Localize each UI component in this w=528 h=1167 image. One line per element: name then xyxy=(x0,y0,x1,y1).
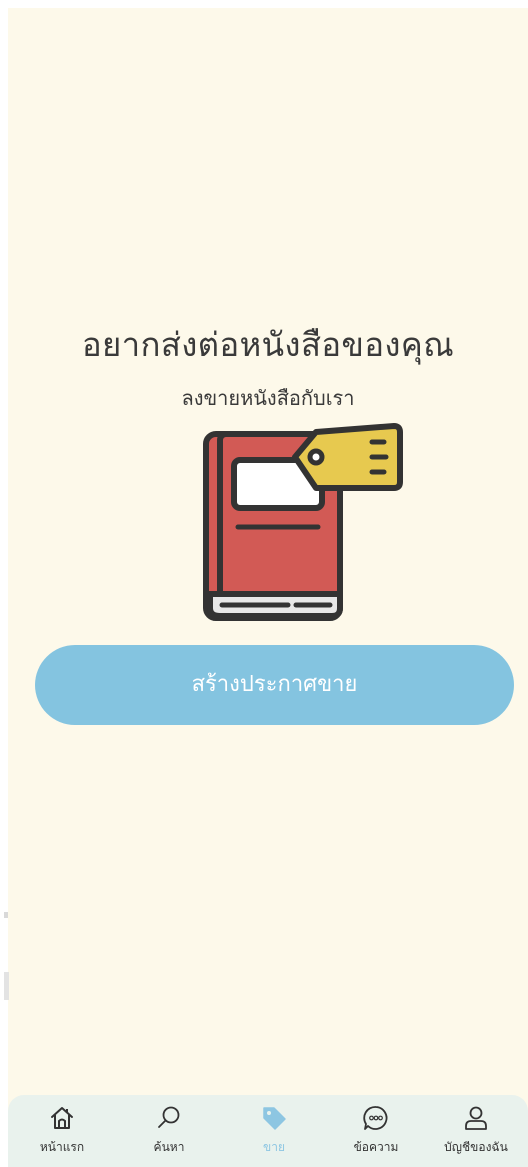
home-icon xyxy=(51,1107,73,1129)
nav-label: ข้อความ xyxy=(353,1140,399,1154)
nav-item-messages[interactable]: ข้อความ xyxy=(328,1095,424,1167)
edge-mark xyxy=(4,972,9,1000)
book-with-price-tag-icon xyxy=(203,423,403,621)
user-icon xyxy=(465,1106,487,1130)
nav-label: บัญชีของฉัน xyxy=(444,1140,508,1154)
chat-bubble-icon xyxy=(363,1106,388,1130)
page-subtitle: ลงขายหนังสือกับเรา xyxy=(181,386,355,410)
nav-item-home[interactable]: หน้าแรก xyxy=(14,1095,110,1167)
nav-item-account[interactable]: บัญชีของฉัน xyxy=(428,1095,524,1167)
nav-label: ขาย xyxy=(263,1140,285,1154)
tag-icon xyxy=(263,1107,286,1130)
nav-label: หน้าแรก xyxy=(39,1140,85,1154)
edge-mark xyxy=(4,912,8,918)
create-listing-button[interactable]: สร้างประกาศขาย xyxy=(35,645,514,725)
search-icon xyxy=(158,1106,180,1128)
bottom-navigation: หน้าแรก ค้นหา ขาย ข้อความ บัญชีของฉัน xyxy=(8,1095,528,1167)
page-title: อยากส่งต่อหนังสือของคุณ xyxy=(81,325,455,364)
nav-item-sell[interactable]: ขาย xyxy=(226,1095,322,1167)
nav-item-search[interactable]: ค้นหา xyxy=(121,1095,217,1167)
nav-label: ค้นหา xyxy=(153,1140,185,1154)
